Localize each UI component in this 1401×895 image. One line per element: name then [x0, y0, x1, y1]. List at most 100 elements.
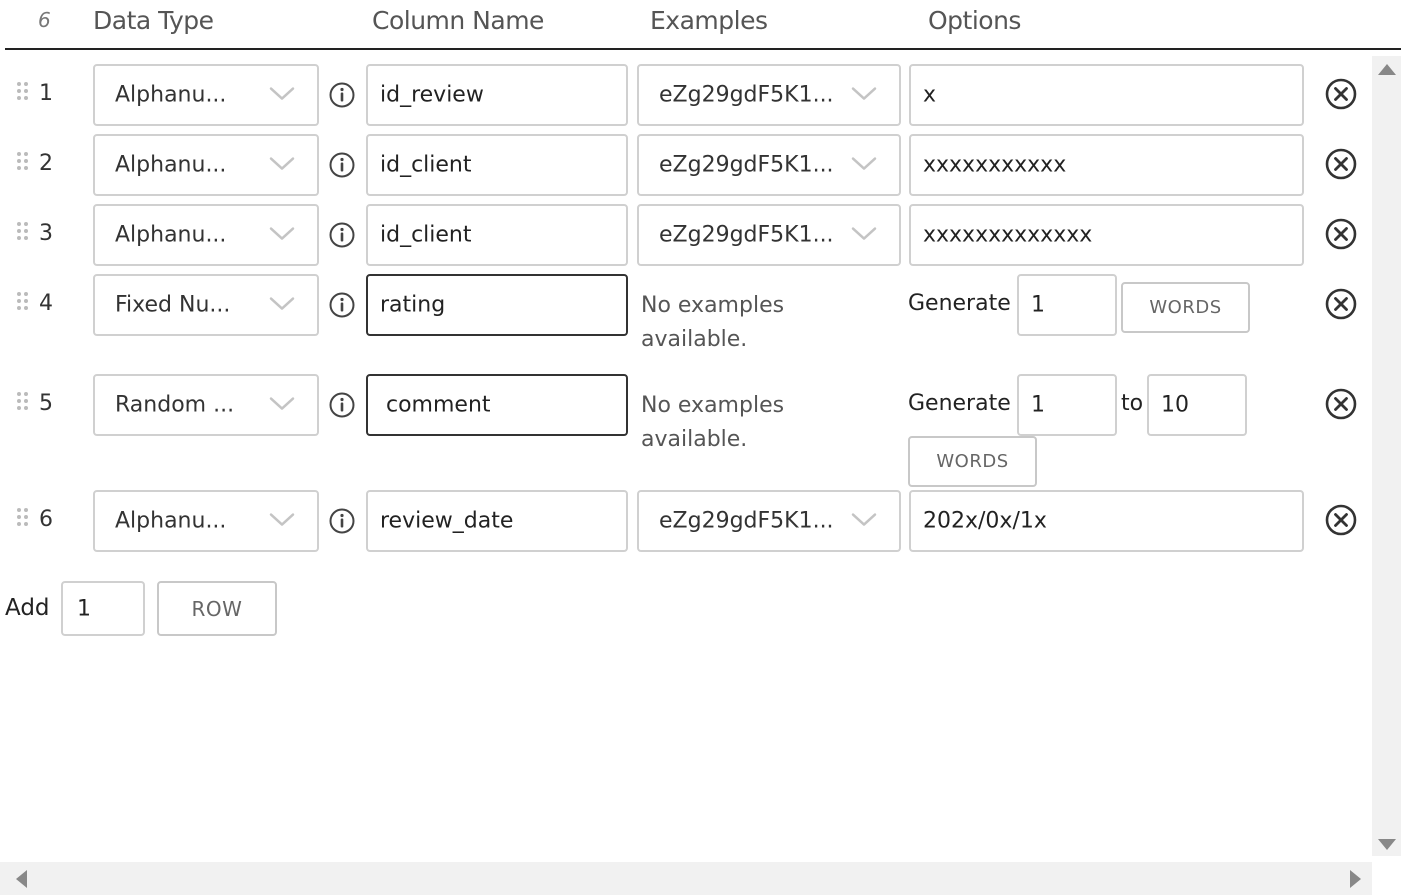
vertical-scrollbar[interactable] [1372, 56, 1401, 856]
scroll-up-arrow-icon[interactable] [1378, 64, 1396, 75]
options-value: 202x/0x/1x [923, 508, 1047, 534]
data-type-value: Random ... [115, 392, 235, 418]
no-examples-text: No examples available. [641, 389, 841, 457]
row-number: 2 [39, 151, 53, 176]
column-name-value: id_client [380, 152, 472, 178]
examples-value: eZg29gdF5K1... [659, 222, 834, 248]
examples-select[interactable]: eZg29gdF5K1... [637, 134, 901, 196]
options-value: xxxxxxxxxxxxx [923, 222, 1093, 248]
drag-handle-icon[interactable] [17, 392, 31, 414]
max-words-value: 10 [1161, 392, 1189, 418]
column-name-input[interactable]: review_date [366, 490, 628, 552]
chevron-down-icon [269, 513, 295, 526]
data-type-value: Alphanu... [115, 508, 227, 534]
chevron-down-icon [851, 157, 877, 170]
row-number: 3 [39, 221, 53, 246]
chevron-down-icon [269, 87, 295, 100]
header-data-type: Data Type [93, 6, 214, 35]
no-examples-text: No examples available. [641, 289, 841, 357]
options-input[interactable]: xxxxxxxxxxx [909, 134, 1304, 196]
generate-label: Generate [908, 391, 1011, 416]
examples-select[interactable]: eZg29gdF5K1... [637, 64, 901, 126]
remove-row-icon[interactable] [1324, 503, 1358, 537]
remove-row-icon[interactable] [1324, 287, 1358, 321]
chevron-down-icon [851, 87, 877, 100]
data-type-select[interactable]: Alphanu... [93, 64, 319, 126]
words-unit-button[interactable]: WORDS [1121, 282, 1250, 333]
chevron-down-icon [851, 227, 877, 240]
drag-handle-icon[interactable] [17, 292, 31, 314]
examples-select[interactable]: eZg29gdF5K1... [637, 204, 901, 266]
options-input[interactable]: 202x/0x/1x [909, 490, 1304, 552]
column-name-value: comment [386, 392, 491, 418]
info-icon[interactable] [328, 221, 356, 249]
chevron-down-icon [851, 513, 877, 526]
info-icon[interactable] [328, 81, 356, 109]
options-value: xxxxxxxxxxx [923, 152, 1067, 178]
info-icon[interactable] [328, 291, 356, 319]
remove-row-icon[interactable] [1324, 387, 1358, 421]
scroll-right-arrow-icon[interactable] [1350, 870, 1361, 888]
drag-handle-icon[interactable] [17, 508, 31, 530]
no-examples-line-1: No examples [641, 293, 785, 318]
chevron-down-icon [269, 297, 295, 310]
column-name-input[interactable]: rating [366, 274, 628, 336]
data-type-select[interactable]: Fixed Nu... [93, 274, 319, 336]
max-words-input[interactable]: 10 [1147, 374, 1247, 436]
chevron-down-icon [269, 157, 295, 170]
horizontal-scrollbar[interactable] [0, 862, 1372, 895]
info-icon[interactable] [328, 391, 356, 419]
data-type-value: Alphanu... [115, 222, 227, 248]
examples-select[interactable]: eZg29gdF5K1... [637, 490, 901, 552]
options-value: x [923, 82, 937, 108]
header-examples: Examples [650, 6, 768, 35]
min-words-input[interactable]: 1 [1017, 374, 1117, 436]
data-type-select[interactable]: Random ... [93, 374, 319, 436]
remove-row-icon[interactable] [1324, 77, 1358, 111]
data-type-value: Fixed Nu... [115, 292, 231, 318]
add-row-count-input[interactable]: 1 [61, 581, 145, 636]
column-name-input[interactable]: id_review [366, 64, 628, 126]
scroll-left-arrow-icon[interactable] [16, 870, 27, 888]
drag-handle-icon[interactable] [17, 82, 31, 104]
header-options: Options [928, 6, 1021, 35]
header-column-name: Column Name [372, 6, 544, 35]
no-examples-line-2: available. [641, 327, 748, 352]
remove-row-icon[interactable] [1324, 217, 1358, 251]
drag-handle-icon[interactable] [17, 222, 31, 244]
column-name-value: review_date [380, 508, 514, 534]
column-name-input[interactable]: id_client [366, 134, 628, 196]
data-type-value: Alphanu... [115, 82, 227, 108]
remove-row-icon[interactable] [1324, 147, 1358, 181]
examples-value: eZg29gdF5K1... [659, 508, 834, 534]
word-count-input[interactable]: 1 [1017, 274, 1117, 336]
column-name-input[interactable]: id_client [366, 204, 628, 266]
generate-label: Generate [908, 291, 1011, 316]
row-count: 6 [38, 8, 51, 32]
chevron-down-icon [269, 227, 295, 240]
add-label: Add [5, 595, 50, 621]
drag-handle-icon[interactable] [17, 152, 31, 174]
examples-value: eZg29gdF5K1... [659, 152, 834, 178]
data-type-select[interactable]: Alphanu... [93, 490, 319, 552]
data-type-select[interactable]: Alphanu... [93, 204, 319, 266]
scroll-down-arrow-icon[interactable] [1378, 839, 1396, 850]
min-words-value: 1 [1031, 392, 1045, 418]
column-name-input[interactable]: comment [366, 374, 628, 436]
options-input[interactable]: xxxxxxxxxxxxx [909, 204, 1304, 266]
row-number: 1 [39, 81, 53, 106]
no-examples-line-2: available. [641, 427, 748, 452]
words-unit-button[interactable]: WORDS [908, 436, 1037, 487]
data-type-value: Alphanu... [115, 152, 227, 178]
row-number: 4 [39, 291, 53, 316]
header-divider [5, 48, 1401, 50]
row-number: 6 [39, 507, 53, 532]
data-type-select[interactable]: Alphanu... [93, 134, 319, 196]
chevron-down-icon [269, 397, 295, 410]
info-icon[interactable] [328, 507, 356, 535]
info-icon[interactable] [328, 151, 356, 179]
column-name-value: rating [380, 292, 446, 318]
column-name-value: id_client [380, 222, 472, 248]
options-input[interactable]: x [909, 64, 1304, 126]
add-row-button[interactable]: ROW [157, 581, 277, 636]
